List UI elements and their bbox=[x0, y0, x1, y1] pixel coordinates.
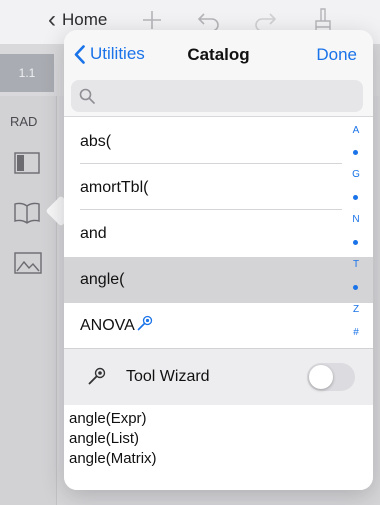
index-letter-g[interactable]: G bbox=[348, 169, 364, 180]
list-item-anova[interactable]: ANOVA bbox=[64, 303, 373, 349]
tool-wizard-toggle[interactable] bbox=[307, 363, 355, 391]
page-layout-icon[interactable] bbox=[14, 152, 40, 179]
done-button[interactable]: Done bbox=[316, 45, 357, 65]
list-item-and[interactable]: and bbox=[64, 211, 373, 257]
search-field[interactable] bbox=[71, 80, 363, 112]
list-item-label: abs( bbox=[80, 133, 112, 150]
index-dot[interactable] bbox=[353, 195, 358, 200]
book-icon[interactable] bbox=[14, 202, 40, 229]
list-item-label-wrap: ANOVA bbox=[80, 315, 153, 335]
tool-wizard-row: Tool Wizard bbox=[64, 348, 373, 406]
gallery-icon[interactable] bbox=[14, 252, 42, 279]
row-divider bbox=[80, 163, 342, 164]
search-input[interactable] bbox=[101, 86, 355, 106]
list-item-label: ANOVA bbox=[80, 317, 135, 334]
index-letter-z[interactable]: Z bbox=[348, 304, 364, 315]
index-symbol-hash[interactable]: # bbox=[348, 327, 364, 338]
syntax-line: angle(List) bbox=[69, 430, 140, 447]
index-letter-t[interactable]: T bbox=[348, 259, 364, 270]
angle-mode-label: RAD bbox=[10, 114, 38, 129]
list-item-label: and bbox=[80, 225, 107, 242]
list-item-abs[interactable]: abs( bbox=[64, 119, 373, 165]
index-letter-n[interactable]: N bbox=[348, 214, 364, 225]
row-divider bbox=[80, 209, 342, 210]
list-item-label: angle( bbox=[80, 271, 125, 288]
index-dot[interactable] bbox=[353, 150, 358, 155]
popover-nav-bar: Utilities Catalog Done bbox=[64, 30, 373, 80]
wizard-wand-icon bbox=[88, 367, 106, 390]
index-letter-a[interactable]: A bbox=[348, 125, 364, 136]
home-back-label: Home bbox=[62, 10, 108, 29]
syntax-help-panel: angle(Expr) angle(List) angle(Matrix) bbox=[64, 405, 373, 490]
tool-wizard-label: Tool Wizard bbox=[126, 368, 210, 385]
catalog-popover: Utilities Catalog Done abs( amortTbl( an… bbox=[64, 30, 373, 490]
list-item-label: amortTbl( bbox=[80, 179, 149, 196]
tab-1-1[interactable]: 1.1 bbox=[0, 54, 54, 92]
wizard-wand-icon bbox=[137, 315, 152, 331]
index-dot[interactable] bbox=[353, 240, 358, 245]
index-dot[interactable] bbox=[353, 285, 358, 290]
toggle-knob bbox=[309, 365, 333, 389]
syntax-line: angle(Matrix) bbox=[69, 450, 157, 467]
catalog-list: abs( amortTbl( and angle( ANOVA A G N T bbox=[64, 116, 373, 349]
chevron-left-icon: ‹ bbox=[48, 6, 56, 33]
home-back-button[interactable]: ‹ Home bbox=[48, 6, 108, 33]
syntax-line: angle(Expr) bbox=[69, 410, 147, 427]
list-item-angle[interactable]: angle( bbox=[64, 257, 373, 303]
search-icon bbox=[79, 88, 95, 104]
list-item-amorttbl[interactable]: amortTbl( bbox=[64, 165, 373, 211]
